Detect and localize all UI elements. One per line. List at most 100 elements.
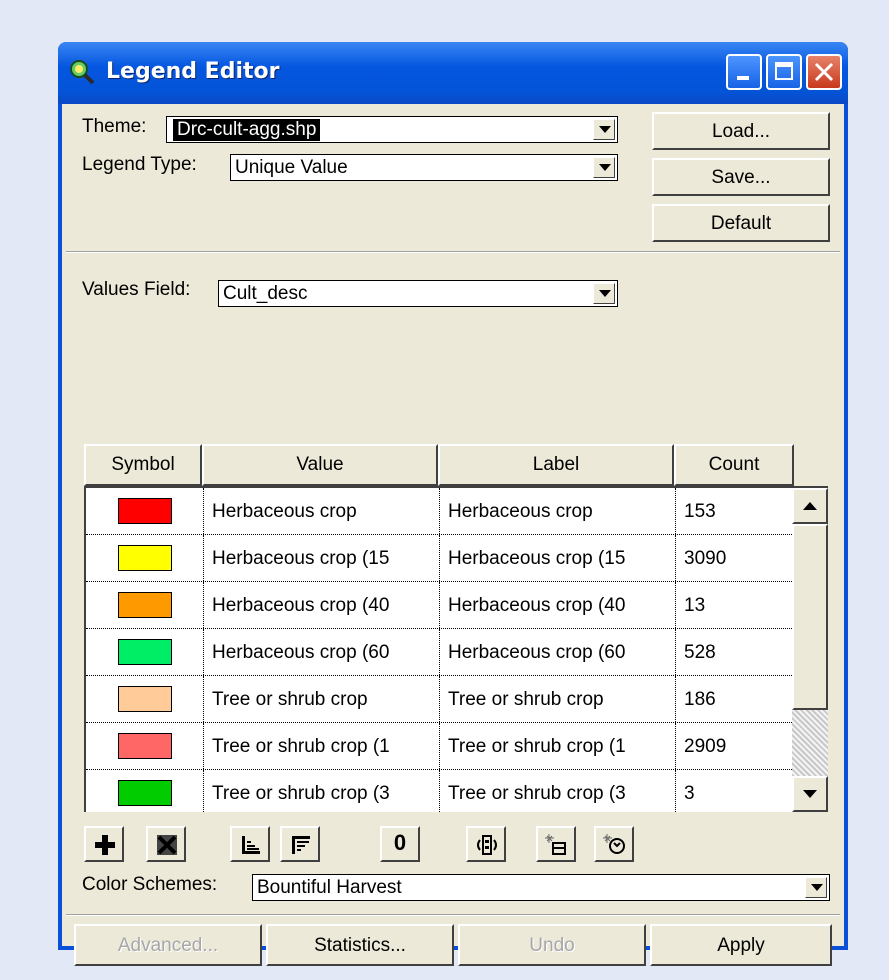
count-cell: 3090 bbox=[684, 548, 727, 569]
label-cell[interactable]: Tree or shrub crop bbox=[440, 676, 676, 722]
chevron-down-icon[interactable] bbox=[593, 157, 615, 178]
value-cell[interactable]: Herbaceous crop (60 bbox=[204, 629, 440, 675]
color-schemes-value: Bountiful Harvest bbox=[257, 877, 402, 898]
minimize-icon bbox=[737, 76, 749, 80]
statistics-button[interactable]: Statistics... bbox=[266, 924, 454, 966]
save-button[interactable]: Save... bbox=[652, 158, 830, 196]
maximize-button[interactable] bbox=[766, 54, 802, 90]
column-header-count[interactable]: Count bbox=[674, 444, 794, 486]
table-row[interactable]: Herbaceous crop (60 Herbaceous crop (60 … bbox=[86, 629, 792, 676]
maximize-icon bbox=[775, 62, 793, 80]
sort-ascending-icon bbox=[242, 836, 260, 854]
load-button[interactable]: Load... bbox=[652, 112, 830, 150]
label-cell[interactable]: Herbaceous crop (60 bbox=[440, 629, 676, 675]
sort-ascending-button[interactable] bbox=[230, 826, 270, 862]
sort-descending-icon bbox=[292, 836, 310, 854]
chevron-down-icon[interactable] bbox=[593, 119, 615, 140]
value-cell[interactable]: Herbaceous crop bbox=[204, 488, 440, 534]
symbol-cell[interactable] bbox=[86, 629, 204, 675]
symbol-cell[interactable] bbox=[86, 770, 204, 812]
symbol-cell[interactable] bbox=[86, 723, 204, 769]
close-button[interactable] bbox=[806, 54, 842, 90]
magnifier-icon bbox=[70, 60, 95, 85]
table-row[interactable]: Tree or shrub crop (3 Tree or shrub crop… bbox=[86, 770, 792, 812]
add-button[interactable] bbox=[84, 826, 124, 862]
theme-dropdown[interactable]: Drc-cult-agg.shp bbox=[166, 116, 618, 143]
column-header-value[interactable]: Value bbox=[202, 444, 438, 486]
color-schemes-label: Color Schemes: bbox=[82, 874, 218, 895]
minimize-button[interactable] bbox=[726, 54, 762, 90]
legend-type-dropdown[interactable]: Unique Value bbox=[230, 154, 618, 181]
close-icon bbox=[814, 62, 834, 82]
randomize-colors-icon bbox=[603, 834, 625, 854]
delete-button[interactable] bbox=[146, 826, 186, 862]
color-schemes-dropdown[interactable]: Bountiful Harvest bbox=[252, 874, 830, 901]
scroll-down-button[interactable] bbox=[792, 776, 828, 812]
values-field-value: Cult_desc bbox=[223, 283, 308, 304]
symbol-swatch[interactable] bbox=[118, 686, 172, 712]
chevron-down-icon[interactable] bbox=[593, 283, 615, 304]
legend-editor-window: Legend Editor Theme: Drc-cult-agg.shp Lo… bbox=[58, 42, 848, 966]
values-field-dropdown[interactable]: Cult_desc bbox=[218, 280, 618, 307]
default-button[interactable]: Default bbox=[652, 204, 830, 242]
chevron-down-icon[interactable] bbox=[805, 877, 827, 898]
count-cell: 528 bbox=[684, 642, 716, 663]
null-value-button[interactable]: 0 bbox=[380, 826, 420, 862]
symbol-swatch[interactable] bbox=[118, 545, 172, 571]
symbol-swatch[interactable] bbox=[118, 639, 172, 665]
plus-icon bbox=[95, 835, 115, 855]
value-cell[interactable]: Herbaceous crop (40 bbox=[204, 582, 440, 628]
values-field-label: Values Field: bbox=[82, 279, 191, 300]
table-row[interactable]: Herbaceous crop (15 Herbaceous crop (15 … bbox=[86, 535, 792, 582]
flip-symbols-button[interactable] bbox=[536, 826, 576, 862]
scroll-thumb[interactable] bbox=[792, 524, 828, 710]
advanced-button[interactable]: Advanced... bbox=[74, 924, 262, 966]
table-row[interactable]: Herbaceous crop (40 Herbaceous crop (40 … bbox=[86, 582, 792, 629]
arrow-up-icon bbox=[803, 502, 817, 510]
delete-icon bbox=[157, 835, 177, 855]
legend-type-value: Unique Value bbox=[235, 157, 348, 178]
value-cell[interactable]: Tree or shrub crop bbox=[204, 676, 440, 722]
divider bbox=[66, 251, 840, 253]
apply-button[interactable]: Apply bbox=[650, 924, 832, 966]
count-cell: 153 bbox=[684, 501, 716, 522]
reverse-colors-icon bbox=[477, 835, 497, 855]
sort-descending-button[interactable] bbox=[280, 826, 320, 862]
table-row[interactable]: Tree or shrub crop Tree or shrub crop 18… bbox=[86, 676, 792, 723]
legend-type-label: Legend Type: bbox=[82, 154, 197, 175]
column-header-label[interactable]: Label bbox=[438, 444, 674, 486]
symbol-swatch[interactable] bbox=[118, 733, 172, 759]
table-row[interactable]: Herbaceous crop Herbaceous crop 153 bbox=[86, 488, 792, 535]
count-cell: 2909 bbox=[684, 736, 727, 757]
symbol-swatch[interactable] bbox=[118, 592, 172, 618]
symbol-cell[interactable] bbox=[86, 582, 204, 628]
label-cell[interactable]: Tree or shrub crop (1 bbox=[440, 723, 676, 769]
divider bbox=[66, 914, 840, 916]
table-row[interactable]: Tree or shrub crop (1 Tree or shrub crop… bbox=[86, 723, 792, 770]
vertical-scrollbar[interactable] bbox=[792, 488, 828, 812]
symbol-cell[interactable] bbox=[86, 676, 204, 722]
theme-value: Drc-cult-agg.shp bbox=[173, 119, 321, 141]
symbol-swatch[interactable] bbox=[118, 780, 172, 806]
randomize-colors-button[interactable] bbox=[594, 826, 634, 862]
label-cell[interactable]: Herbaceous crop (40 bbox=[440, 582, 676, 628]
label-cell[interactable]: Herbaceous crop (15 bbox=[440, 535, 676, 581]
scroll-up-button[interactable] bbox=[792, 488, 828, 524]
value-cell[interactable]: Tree or shrub crop (3 bbox=[204, 770, 440, 812]
symbol-cell[interactable] bbox=[86, 535, 204, 581]
count-cell: 3 bbox=[684, 783, 695, 804]
reverse-colors-button[interactable] bbox=[466, 826, 506, 862]
title-bar[interactable]: Legend Editor bbox=[58, 42, 848, 104]
undo-button[interactable]: Undo bbox=[458, 924, 646, 966]
label-cell[interactable]: Herbaceous crop bbox=[440, 488, 676, 534]
value-cell[interactable]: Tree or shrub crop (1 bbox=[204, 723, 440, 769]
count-cell: 186 bbox=[684, 689, 716, 710]
arrow-down-icon bbox=[803, 790, 817, 798]
value-cell[interactable]: Herbaceous crop (15 bbox=[204, 535, 440, 581]
scroll-track[interactable] bbox=[792, 710, 828, 776]
symbol-cell[interactable] bbox=[86, 488, 204, 534]
legend-table: Herbaceous crop Herbaceous crop 153 Herb… bbox=[84, 486, 828, 812]
column-header-symbol[interactable]: Symbol bbox=[84, 444, 202, 486]
label-cell[interactable]: Tree or shrub crop (3 bbox=[440, 770, 676, 812]
symbol-swatch[interactable] bbox=[118, 498, 172, 524]
